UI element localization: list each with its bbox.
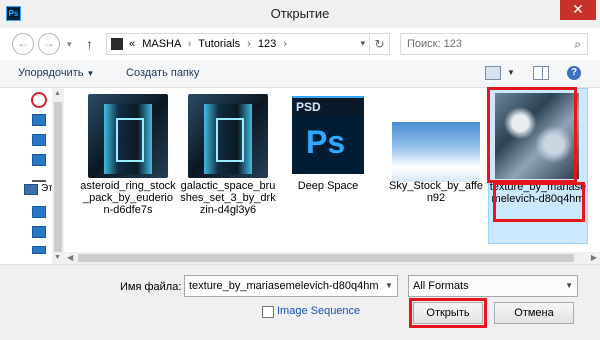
address-history-dropdown[interactable]: ▾ [360, 38, 365, 49]
scroll-up-icon[interactable]: ▲ [54, 90, 61, 97]
title-bar: Ps Открытие ✕ [0, 0, 600, 28]
breadcrumb-separator[interactable]: › [188, 38, 192, 50]
forward-button[interactable]: → [38, 33, 60, 55]
chevron-down-icon: ▼ [565, 281, 573, 290]
file-type-select[interactable]: All Formats ▼ [408, 275, 578, 297]
library-icon[interactable] [32, 114, 46, 126]
navigation-pane: Эт ▲ ▼ [0, 88, 64, 264]
back-button[interactable]: ← [12, 33, 34, 55]
file-item[interactable]: PSD Ps Deep Space [280, 88, 376, 238]
drive-icon[interactable] [32, 226, 46, 238]
close-button[interactable]: ✕ [560, 0, 596, 20]
computer-icon[interactable] [24, 184, 38, 195]
chevron-down-icon[interactable]: ▼ [381, 276, 397, 296]
file-name: galactic_space_brushes_set_3_by_drkzin-d… [180, 180, 276, 216]
breadcrumb: « MASHA › Tutorials › 123 › [129, 38, 291, 50]
thumbnail-highlight-frame [487, 87, 577, 183]
image-thumbnail [392, 122, 480, 182]
drive-icon[interactable] [32, 246, 46, 254]
chevron-down-icon: ▼ [86, 69, 95, 78]
refresh-icon[interactable]: ↻ [369, 34, 389, 54]
scroll-left-icon[interactable]: ◀ [67, 253, 73, 262]
filename-value: texture_by_mariasemelevich-d80q4hm [189, 280, 379, 292]
up-folder-button[interactable]: ↑ [86, 36, 93, 52]
change-view-icon[interactable] [485, 66, 501, 80]
filename-field[interactable]: texture_by_mariasemelevich-d80q4hm ▼ [184, 275, 398, 297]
file-item[interactable]: galactic_space_brushes_set_3_by_drkzin-d… [180, 88, 276, 238]
photoshop-logo-icon: Ps [306, 124, 346, 160]
cancel-button[interactable]: Отмена [494, 302, 574, 324]
command-toolbar: Упорядочить ▼ Создать папку ▼ ? [0, 60, 600, 88]
view-options-dropdown[interactable]: ▼ [507, 68, 515, 77]
scroll-down-icon[interactable]: ▼ [54, 254, 61, 261]
file-name: Sky_Stock_by_affen92 [389, 180, 483, 204]
image-sequence-checkbox[interactable] [262, 306, 274, 318]
breadcrumb-tutorials[interactable]: Tutorials [198, 38, 240, 50]
file-item[interactable]: Sky_Stock_by_affen92 [388, 88, 484, 238]
recent-locations-dropdown[interactable]: ▾ [67, 39, 72, 50]
sidebar-scroll-thumb[interactable] [54, 102, 62, 252]
breadcrumb-separator[interactable]: › [247, 38, 251, 50]
navigation-bar: ← → ▾ ↑ « MASHA › Tutorials › 123 › ▾ ↻ … [0, 28, 600, 60]
preview-pane-icon[interactable] [533, 66, 549, 80]
breadcrumb-separator[interactable]: › [283, 38, 287, 50]
new-folder-button[interactable]: Создать папку [126, 67, 199, 79]
library-icon[interactable] [32, 154, 46, 166]
psd-file-icon: PSD Ps [292, 96, 364, 174]
search-icon: ⌕ [574, 37, 581, 51]
folder-icon [111, 38, 123, 50]
breadcrumb-123[interactable]: 123 [258, 38, 276, 50]
folder-thumbnail [188, 94, 268, 178]
drive-icon[interactable] [32, 206, 46, 218]
search-box[interactable]: Поиск: 123 ⌕ [400, 33, 588, 55]
monitor-icon[interactable] [32, 174, 46, 182]
file-type-value: All Formats [413, 280, 469, 292]
file-list: asteroid_ring_stock_pack_by_euderion-d6d… [64, 87, 600, 264]
filename-highlight-frame [493, 182, 585, 222]
library-icon[interactable] [32, 134, 46, 146]
scroll-right-icon[interactable]: ▶ [591, 253, 597, 262]
open-button-highlight-frame [409, 298, 487, 328]
image-sequence-label[interactable]: Image Sequence [277, 305, 360, 317]
organize-menu[interactable]: Упорядочить ▼ [18, 67, 94, 79]
breadcrumb-overflow[interactable]: « [129, 38, 135, 50]
file-name: Deep Space [297, 180, 359, 192]
sidebar-item-computer[interactable]: Эт [41, 183, 53, 194]
folder-thumbnail [88, 94, 168, 178]
psd-label: PSD [292, 98, 364, 116]
address-bar[interactable]: « MASHA › Tutorials › 123 › ▾ ↻ [106, 33, 390, 55]
window-title: Открытие [270, 6, 330, 21]
sidebar-scrollbar[interactable]: ▲ ▼ [52, 88, 64, 264]
dialog-footer: Имя файла: texture_by_mariasemelevich-d8… [0, 264, 600, 340]
filename-label: Имя файла: [120, 281, 182, 293]
file-item[interactable]: asteroid_ring_stock_pack_by_euderion-d6d… [80, 88, 176, 238]
help-icon[interactable]: ? [567, 66, 581, 80]
organize-label: Упорядочить [18, 67, 84, 79]
creative-cloud-icon[interactable] [31, 92, 47, 108]
file-name: asteroid_ring_stock_pack_by_euderion-d6d… [80, 180, 176, 216]
horizontal-scroll-thumb[interactable] [78, 254, 574, 262]
horizontal-scrollbar[interactable]: ◀ ▶ [64, 252, 600, 264]
search-input[interactable]: Поиск: 123 [407, 38, 462, 50]
breadcrumb-masha[interactable]: MASHA [142, 38, 181, 50]
